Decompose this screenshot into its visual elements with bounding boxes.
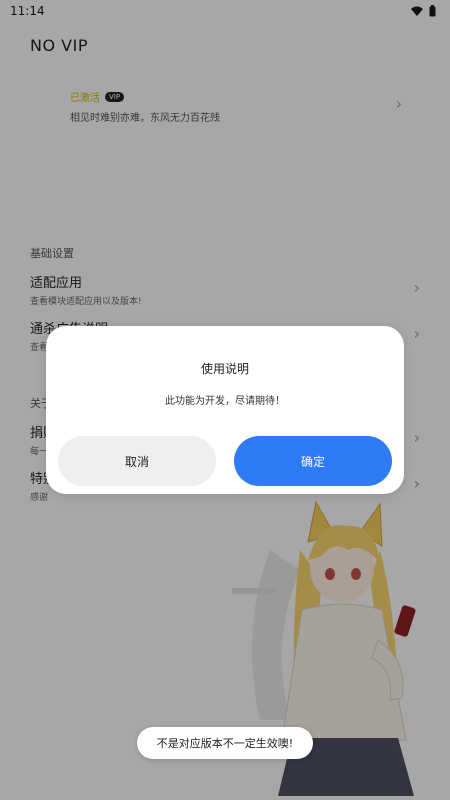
toast-message: 不是对应版本不一定生效噢! xyxy=(137,727,313,759)
battery-icon xyxy=(429,5,436,17)
usage-dialog: 使用说明 此功能为开发，尽请期待！ 取消 确定 xyxy=(46,326,404,494)
confirm-button[interactable]: 确定 xyxy=(234,436,392,486)
status-icons xyxy=(411,5,436,17)
wifi-icon xyxy=(411,6,423,16)
cancel-button[interactable]: 取消 xyxy=(58,436,216,486)
dialog-message: 此功能为开发，尽请期待！ xyxy=(165,396,285,407)
status-time: 11:14 xyxy=(10,4,45,18)
dialog-title: 使用说明 xyxy=(200,362,249,376)
status-bar: 11:14 xyxy=(0,0,450,22)
